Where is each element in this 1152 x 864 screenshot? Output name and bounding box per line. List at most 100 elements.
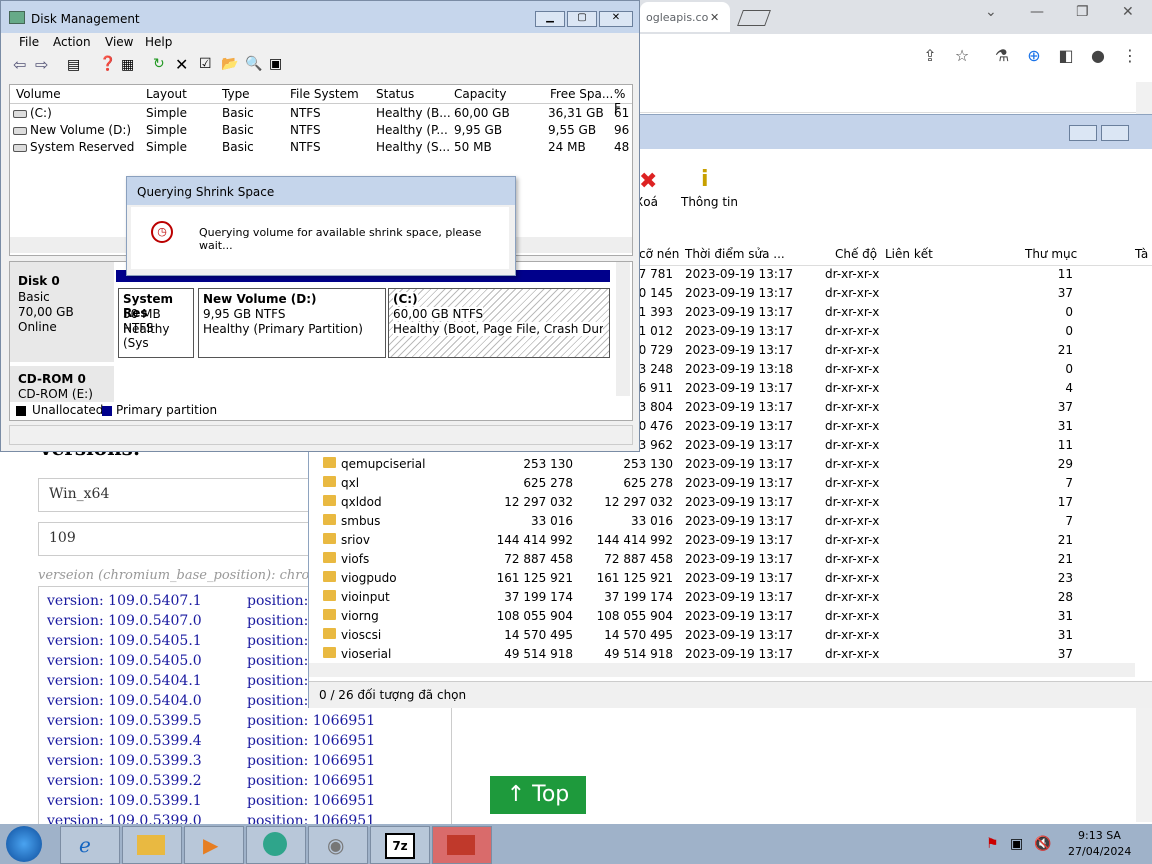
dm-maximize-button[interactable]: ▢ [567, 11, 597, 27]
file-size: 625 278 [523, 476, 573, 490]
cdrom-label[interactable]: CD-ROM 0 CD-ROM (E:) [10, 366, 114, 402]
disk-vscrollbar[interactable] [616, 262, 630, 396]
menu-action[interactable]: Action [53, 35, 91, 49]
menu-file[interactable]: File [19, 35, 39, 49]
col-modified[interactable]: Thời điểm sửa ... [685, 247, 785, 261]
share-icon[interactable]: ⇪ [920, 46, 940, 66]
settings-icon[interactable]: ▣ [269, 56, 282, 72]
help-icon[interactable]: ❓ [99, 56, 116, 72]
file-name: vioserial [341, 647, 392, 661]
back-icon[interactable]: ⇦ [13, 55, 26, 74]
col-packed[interactable]: cỡ nén [639, 247, 679, 261]
app-taskbar-icon[interactable]: ◉ [308, 826, 368, 864]
version-row: version: 109.0.5399.4 position: 1066951 [47, 733, 375, 749]
file-name: qxl [341, 476, 360, 490]
volume-row[interactable]: New Volume (D:) Simple Basic NTFS Healthy (P… [10, 122, 632, 139]
table-row[interactable]: vioserial 49 514 918 49 514 918 2023-09-19 … [309, 645, 1129, 664]
disk0-type: Basic [18, 290, 50, 304]
top-button[interactable]: ↑ Top [490, 776, 586, 814]
volume-cell: 96 [614, 123, 630, 137]
col-filesystem[interactable]: File System [290, 87, 359, 101]
disk0-label[interactable]: Disk 0 Basic 70,00 GB Online [10, 262, 114, 362]
toolbox-taskbar-icon[interactable] [432, 826, 492, 864]
dm-close-button[interactable]: ✕ [599, 11, 633, 27]
col-layout[interactable]: Layout [146, 87, 187, 101]
table-row[interactable]: qemupciserial 253 130 253 130 2023-09-19 13… [309, 455, 1129, 474]
search-icon[interactable]: 🔍 [245, 56, 262, 72]
list-caption: verseion (chromium_base_position): chro [38, 568, 310, 583]
explorer-taskbar-icon[interactable] [122, 826, 182, 864]
check-icon[interactable]: ☑ [199, 56, 212, 72]
partition-system-reserved[interactable]: System Res 50 MB NTFS Healthy (Sys [118, 288, 194, 358]
fm-maximize-button[interactable] [1101, 125, 1129, 141]
bookmark-star-icon[interactable]: ☆ [952, 46, 972, 66]
version-row: version: 109.0.5407.1 position: [47, 593, 308, 609]
refresh-icon[interactable]: ↻ [153, 56, 165, 72]
legend-unallocated: Unallocated [32, 403, 104, 417]
fm-minimize-button[interactable] [1069, 125, 1097, 141]
col-folders[interactable]: Thư mục [1025, 247, 1077, 261]
shrink-dialog: Querying Shrink Space ◷ Querying volume … [126, 176, 516, 276]
tab-search-icon[interactable]: ⌄ [985, 4, 997, 20]
volume-cell: NTFS [290, 140, 321, 154]
media-player-taskbar-icon[interactable]: ▶ [184, 826, 244, 864]
menu-kebab-icon[interactable]: ⋮ [1120, 46, 1140, 66]
col-capacity[interactable]: Capacity [454, 87, 506, 101]
network-icon[interactable]: ⚑ [986, 836, 999, 852]
volume-icon[interactable]: 🔇 [1034, 836, 1051, 852]
col-mode[interactable]: Chế độ [835, 247, 877, 261]
start-button[interactable] [6, 826, 42, 862]
menu-view[interactable]: View [105, 35, 133, 49]
new-tab-icon[interactable] [737, 10, 771, 26]
open-folder-icon[interactable]: 📂 [221, 56, 238, 72]
col-link[interactable]: Liên kết [885, 247, 933, 261]
browser-tab[interactable]: ogleapis.co ✕ [640, 2, 730, 32]
chrome-taskbar-icon[interactable] [246, 826, 306, 864]
volume-row[interactable]: System Reserved Simple Basic NTFS Healthy (S… [10, 139, 632, 156]
close-icon[interactable]: ✕ [1122, 4, 1134, 20]
col-type[interactable]: Type [222, 87, 250, 101]
col-free-space[interactable]: Free Spa... [550, 87, 613, 101]
side-panel-icon[interactable]: ◧ [1056, 46, 1076, 66]
table-row[interactable]: qxldod 12 297 032 12 297 032 2023-09-19 13:… [309, 493, 1129, 512]
display-icon[interactable]: ▣ [1010, 836, 1023, 852]
extension-icon[interactable]: ⚗ [992, 46, 1012, 66]
table-row[interactable]: vioinput 37 199 174 37 199 174 2023-09-19 1… [309, 588, 1129, 607]
col-volume[interactable]: Volume [16, 87, 61, 101]
7zip-taskbar-icon[interactable]: 7z [370, 826, 430, 864]
dm-minimize-button[interactable]: ▁ [535, 11, 565, 27]
table-row[interactable]: viogpudo 161 125 921 161 125 921 2023-09-19… [309, 569, 1129, 588]
console-tree-icon[interactable]: ▤ [67, 57, 80, 73]
table-row[interactable]: viorng 108 055 904 108 055 904 2023-09-19 1… [309, 607, 1129, 626]
minimize-icon[interactable]: — [1030, 4, 1044, 20]
ie-taskbar-icon[interactable]: ℯ [60, 826, 120, 864]
file-name: viogpudo [341, 571, 397, 585]
info-label[interactable]: Thông tin [681, 195, 738, 209]
col-status[interactable]: Status [376, 87, 414, 101]
partition-c[interactable]: (C:) 60,00 GB NTFS Healthy (Boot, Page F… [388, 288, 610, 358]
table-row[interactable]: viofs 72 887 458 72 887 458 2023-09-19 13:1… [309, 550, 1129, 569]
download-icon[interactable]: ⊕ [1024, 46, 1044, 66]
col-tail[interactable]: Tà [1135, 247, 1148, 261]
os-field[interactable]: Win_x64 [38, 478, 320, 512]
tab-close-icon[interactable]: ✕ [710, 11, 719, 24]
table-row[interactable]: sriov 144 414 992 144 414 992 2023-09-19 13… [309, 531, 1129, 550]
table-row[interactable]: qxl 625 278 625 278 2023-09-19 13:17 dr-xr-x… [309, 474, 1129, 493]
delete-icon[interactable]: ✕ [175, 55, 188, 74]
table-row[interactable]: smbus 33 016 33 016 2023-09-19 13:17 dr-xr-x… [309, 512, 1129, 531]
volume-row[interactable]: (C:) Simple Basic NTFS Healthy (B... 60,00 GB… [10, 105, 632, 122]
forward-icon[interactable]: ⇨ [35, 55, 48, 74]
profile-icon[interactable]: ● [1088, 46, 1108, 66]
table-row[interactable]: vioscsi 14 570 495 14 570 495 2023-09-19 13… [309, 626, 1129, 645]
clock-time[interactable]: 9:13 SA [1078, 829, 1121, 842]
delete-icon[interactable]: ✖ [639, 169, 657, 194]
menu-help[interactable]: Help [145, 35, 172, 49]
major-version-field[interactable]: 109 [38, 522, 320, 556]
restore-icon[interactable]: ❐ [1076, 4, 1089, 20]
volume-cell: System Reserved [30, 140, 135, 154]
fm-hscrollbar[interactable] [309, 663, 1135, 677]
info-icon[interactable]: i [701, 167, 709, 192]
partition-new-volume-d[interactable]: New Volume (D:) 9,95 GB NTFS Healthy (Pr… [198, 288, 386, 358]
properties-icon[interactable]: ▦ [121, 57, 134, 73]
clock-date[interactable]: 27/04/2024 [1068, 845, 1131, 858]
